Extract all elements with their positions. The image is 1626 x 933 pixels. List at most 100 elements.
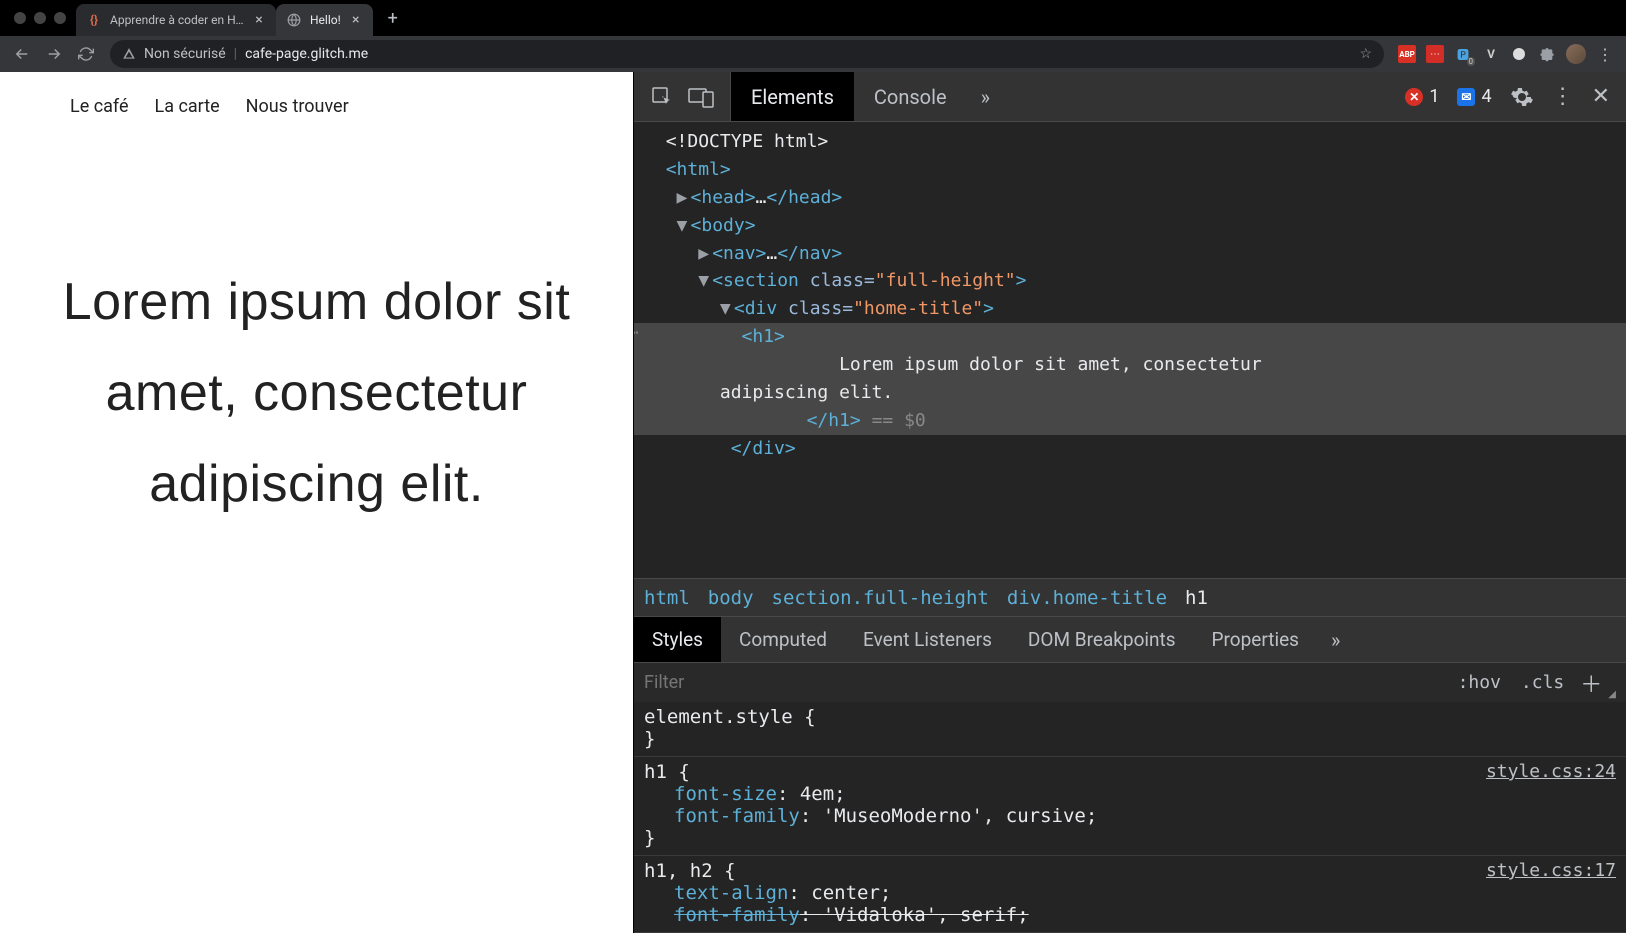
styles-tab-bar: Styles Computed Event Listeners DOM Brea… [634, 616, 1626, 662]
extensions-puzzle-icon[interactable] [1538, 45, 1556, 63]
dom-node[interactable]: <nav> [712, 243, 766, 264]
tab-title: Hello! [310, 13, 341, 27]
traffic-max[interactable] [54, 12, 66, 24]
ext-abp-icon[interactable]: ABP [1398, 45, 1416, 63]
tab-dom-breakpoints[interactable]: DOM Breakpoints [1010, 617, 1194, 662]
dom-node[interactable]: <div [734, 298, 788, 319]
rule-source-link[interactable]: style.css:17 [1486, 860, 1616, 881]
css-value[interactable]: 'MuseoModerno', cursive; [823, 805, 1098, 827]
rule-selector[interactable]: h1, h2 { [644, 860, 736, 882]
tab-console[interactable]: Console [854, 72, 967, 121]
dom-node[interactable]: </h1> [807, 410, 861, 431]
tab-elements[interactable]: Elements [731, 72, 854, 121]
browser-toolbar: Non sécurisé | cafe-page.glitch.me ☆ ABP… [0, 36, 1626, 72]
hov-button[interactable]: :hov [1448, 672, 1511, 693]
browser-menu-icon[interactable]: ⋮ [1596, 45, 1614, 63]
url-text: cafe-page.glitch.me [245, 46, 368, 62]
nav-link[interactable]: Nous trouver [246, 96, 349, 117]
nav-link[interactable]: Le café [70, 96, 129, 117]
back-button[interactable] [8, 40, 36, 68]
dom-node[interactable]: <body> [691, 215, 756, 236]
error-count: 1 [1429, 86, 1439, 107]
css-property[interactable]: font-family [644, 904, 800, 926]
dom-node[interactable]: <html> [666, 159, 731, 180]
dom-node[interactable]: <section [712, 270, 810, 291]
style-rule[interactable]: style.css:24 h1 { font-size: 4em; font-f… [634, 757, 1626, 856]
styles-filter-input[interactable] [644, 672, 1448, 693]
more-tabs-icon[interactable]: » [967, 85, 1004, 109]
dom-text[interactable]: Lorem ipsum dolor sit amet, consectetur [839, 354, 1262, 375]
style-rule[interactable]: element.style { } [634, 702, 1626, 757]
css-value[interactable]: 4em; [800, 783, 846, 805]
inspect-element-icon[interactable] [650, 85, 674, 109]
rule-source-link[interactable]: style.css:24 [1486, 761, 1616, 782]
browser-tab[interactable]: Hello! × [276, 4, 373, 36]
crumb[interactable]: div.home-title [1007, 587, 1167, 609]
separator: | [234, 46, 237, 62]
rule-selector[interactable]: h1 { [644, 761, 690, 783]
tab-styles[interactable]: Styles [634, 617, 721, 662]
css-property[interactable]: font-size [644, 783, 777, 805]
tab-event-listeners[interactable]: Event Listeners [845, 617, 1010, 662]
tab-properties[interactable]: Properties [1194, 617, 1317, 662]
crumb-current[interactable]: h1 [1185, 587, 1208, 609]
error-badge[interactable]: ✕1 [1405, 86, 1439, 107]
security-label: Non sécurisé [144, 46, 226, 62]
new-style-rule-icon[interactable]: ＋ [1574, 667, 1608, 699]
new-tab-button[interactable]: + [379, 4, 407, 32]
corner-icon: ◢ [1608, 689, 1616, 702]
css-property[interactable]: font-family [644, 805, 800, 827]
styles-filter-bar: :hov .cls ＋ ◢ [634, 662, 1626, 702]
extensions-area: ABP ⋯ 🅿0 V ⋮ [1394, 44, 1618, 64]
dom-text[interactable]: adipiscing elit. [720, 382, 893, 403]
dom-node[interactable]: <head> [691, 187, 756, 208]
hero-heading: Lorem ipsum dolor sit amet, consectetur … [60, 257, 573, 530]
rule-close: } [644, 728, 655, 750]
info-badge[interactable]: ✉4 [1457, 86, 1491, 107]
crumb[interactable]: body [708, 587, 754, 609]
hero-section: Lorem ipsum dolor sit amet, consectetur … [0, 117, 633, 530]
ext-paypal-icon[interactable]: 🅿0 [1454, 45, 1472, 63]
style-rule[interactable]: style.css:17 h1, h2 { text-align: center… [634, 856, 1626, 933]
tab-close-icon[interactable]: × [252, 13, 266, 27]
tab-close-icon[interactable]: × [349, 13, 363, 27]
device-toolbar-icon[interactable] [688, 86, 714, 108]
ext-lastpass-icon[interactable]: ⋯ [1426, 45, 1444, 63]
gear-icon[interactable] [1510, 85, 1534, 109]
crumb[interactable]: html [644, 587, 690, 609]
ext-v-icon[interactable]: V [1482, 45, 1500, 63]
profile-avatar[interactable] [1566, 44, 1586, 64]
devtools-tab-bar: Elements Console » ✕1 ✉4 ⋮ ✕ [634, 72, 1626, 122]
tab-computed[interactable]: Computed [721, 617, 845, 662]
traffic-min[interactable] [34, 12, 46, 24]
dom-tree[interactable]: <!DOCTYPE html> <html> ▶<head>…</head> ▼… [634, 122, 1626, 578]
cls-button[interactable]: .cls [1511, 672, 1574, 693]
dom-doctype[interactable]: <!DOCTYPE html> [666, 131, 829, 152]
info-count: 4 [1481, 86, 1491, 107]
close-devtools-icon[interactable]: ✕ [1592, 84, 1610, 109]
star-icon[interactable]: ☆ [1359, 46, 1372, 62]
devtools-panel: Elements Console » ✕1 ✉4 ⋮ ✕ <!DOCTYPE h… [633, 72, 1626, 933]
forward-button[interactable] [40, 40, 68, 68]
dom-node[interactable]: </div> [731, 438, 796, 459]
css-value[interactable]: 'Vidaloka', serif; [823, 904, 1029, 926]
styles-rules[interactable]: element.style { } style.css:24 h1 { font… [634, 702, 1626, 933]
nav-link[interactable]: La carte [155, 96, 220, 117]
css-value[interactable]: center; [811, 882, 891, 904]
crumb[interactable]: section.full-height [772, 587, 989, 609]
more-tabs-icon[interactable]: » [1317, 628, 1354, 652]
reload-button[interactable] [72, 40, 100, 68]
dom-selected-node[interactable]: <h1> [634, 323, 1626, 351]
css-property[interactable]: text-align [644, 882, 788, 904]
rule-close: } [644, 827, 655, 849]
rendered-page: Le café La carte Nous trouver Lorem ipsu… [0, 72, 633, 933]
traffic-close[interactable] [14, 12, 26, 24]
favicon-brackets-icon: {} [86, 12, 102, 28]
browser-tab[interactable]: {} Apprendre à coder en HTML, C × [76, 4, 276, 36]
favicon-globe-icon [286, 12, 302, 28]
browser-tab-strip: {} Apprendre à coder en HTML, C × Hello!… [0, 0, 1626, 36]
address-bar[interactable]: Non sécurisé | cafe-page.glitch.me ☆ [110, 40, 1384, 68]
kebab-menu-icon[interactable]: ⋮ [1552, 84, 1574, 109]
ext-circle-icon[interactable] [1510, 45, 1528, 63]
rule-selector[interactable]: element.style { [644, 706, 816, 728]
